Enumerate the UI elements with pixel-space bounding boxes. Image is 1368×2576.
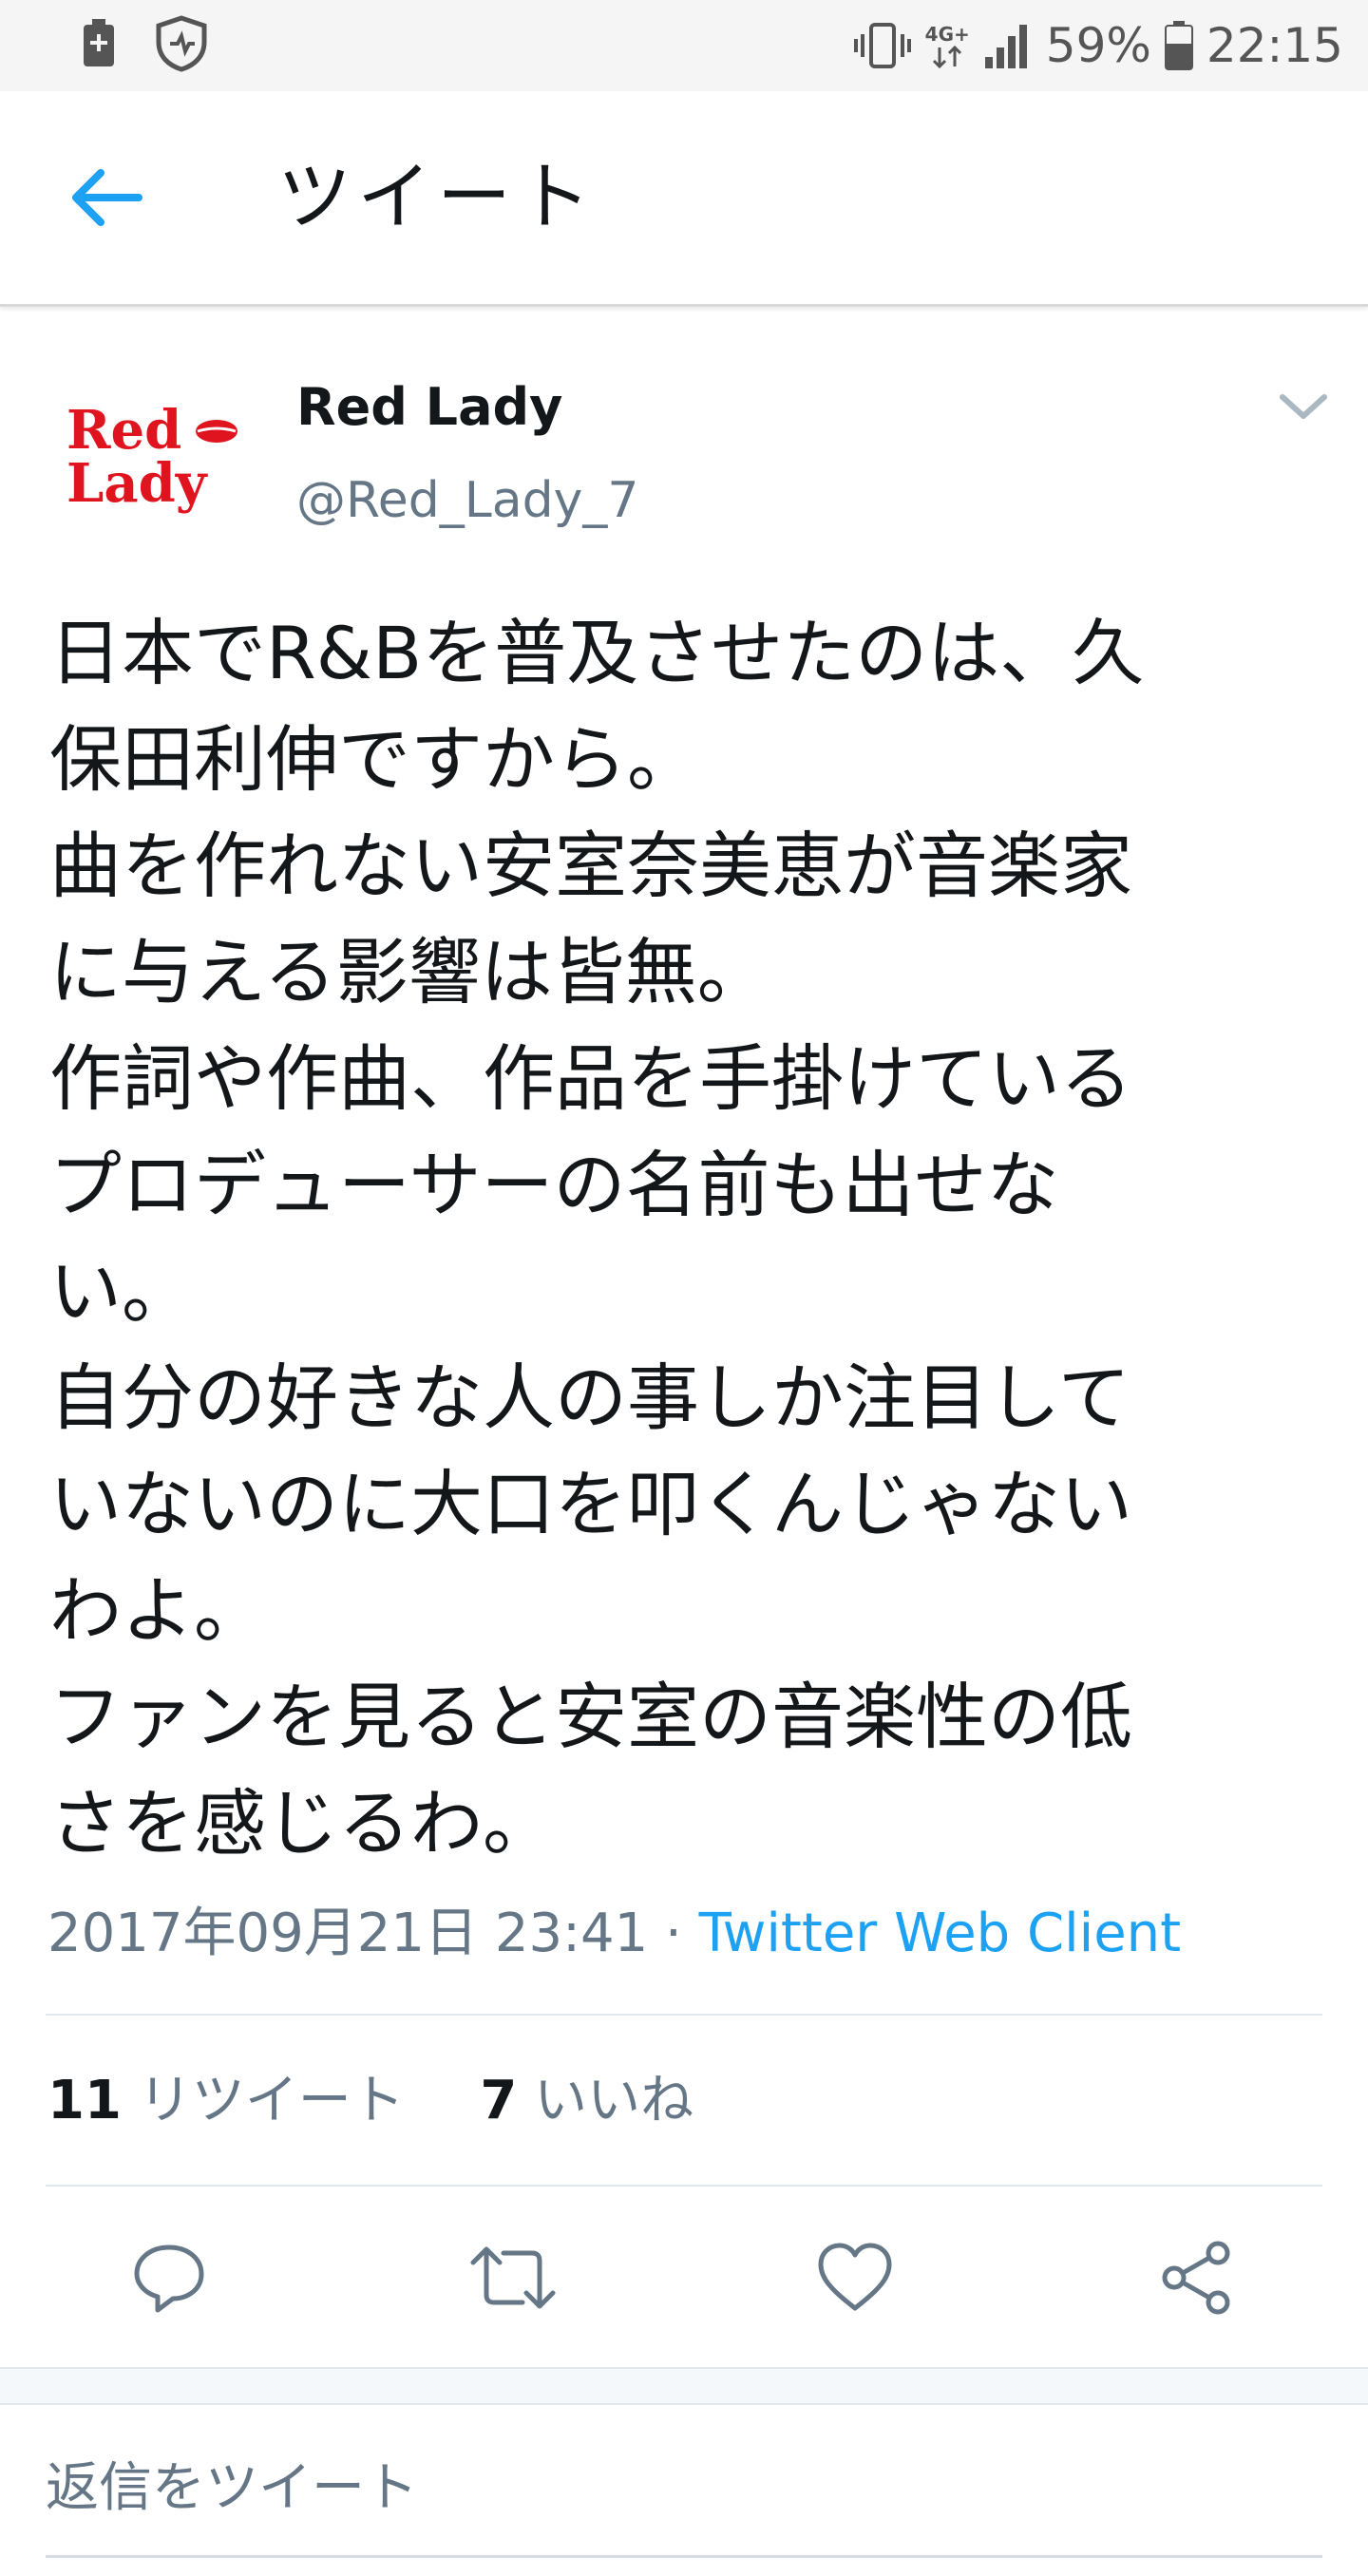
reply-button[interactable] — [124, 2234, 215, 2325]
tweet-text-line: いないのに大口を叩くんじゃない — [49, 1462, 1132, 1546]
like-stat[interactable]: 7 いいね — [480, 2070, 694, 2131]
retweet-icon — [469, 2240, 557, 2320]
battery-percent: 59% — [1045, 18, 1151, 73]
share-icon — [1159, 2240, 1235, 2320]
tweet-client-link[interactable]: Twitter Web Client — [699, 1903, 1182, 1964]
tweet-text-line: 曲を作れない安室奈美恵が音楽家 — [49, 824, 1132, 908]
tweet-menu-button[interactable] — [1277, 388, 1330, 426]
tweet-meta: 2017年09月21日 23:41 · Twitter Web Client — [48, 1896, 1181, 1972]
tweet-text-line: わよ。 — [49, 1568, 266, 1653]
tweet-text-line: 日本でR&Bを普及させたのは、久 — [49, 611, 1145, 695]
tweet-text: 日本でR&Bを普及させたのは、久 保田利伸ですから。 曲を作れない安室奈美恵が音… — [49, 600, 1322, 1877]
reply-input-underline — [46, 2555, 1322, 2558]
network-type-icon: 4G+ — [925, 23, 970, 68]
retweet-button[interactable] — [467, 2234, 559, 2325]
reply-input[interactable]: 返信をツイート — [46, 2451, 418, 2527]
divider — [46, 2185, 1322, 2187]
battery-icon — [1164, 21, 1193, 70]
signal-icon — [983, 23, 1033, 68]
like-count: 7 — [480, 2070, 518, 2131]
back-button[interactable] — [63, 160, 148, 236]
battery-saver-icon — [82, 19, 116, 72]
tweet-stats: 11 リツイート 7 いいね — [48, 2063, 694, 2139]
divider — [46, 2014, 1322, 2016]
tweet-text-line: い。 — [49, 1249, 194, 1334]
section-separator — [0, 2367, 1368, 2405]
avatar-logo-text-lady: Lady — [66, 452, 208, 515]
app-bar: ツイート — [0, 91, 1368, 307]
like-icon — [817, 2242, 893, 2318]
tweet-text-line: に与える影響は皆無。 — [49, 930, 770, 1014]
tweet-timestamp: 2017年09月21日 23:41 — [48, 1903, 649, 1964]
tweet-text-line: 保田利伸ですから。 — [49, 717, 699, 802]
retweet-count: 11 — [48, 2070, 122, 2131]
tweet-text-line: ファンを見ると安室の音楽性の低 — [49, 1675, 1132, 1759]
avatar[interactable]: Red Lady — [53, 389, 243, 522]
like-label: いいね — [534, 2070, 694, 2131]
author-name[interactable]: Red Lady — [296, 374, 562, 441]
arrow-left-icon — [63, 169, 148, 239]
tweet-text-line: 自分の好きな人の事しか注目して — [49, 1355, 1130, 1440]
page-title: ツイート — [277, 155, 598, 240]
shield-icon — [154, 15, 209, 76]
vibrate-icon — [853, 21, 912, 70]
retweet-label: リツイート — [138, 2070, 405, 2131]
tweet-text-line: 作詞や作曲、作品を手掛けている — [49, 1036, 1132, 1121]
tweet-text-line: さを感じるわ。 — [49, 1781, 555, 1866]
author-handle[interactable]: @Red_Lady_7 — [296, 467, 639, 534]
retweet-stat[interactable]: 11 リツイート — [48, 2070, 405, 2131]
share-button[interactable] — [1151, 2234, 1243, 2325]
clock: 22:15 — [1206, 18, 1343, 73]
tweet-text-line: プロデューサーの名前も出せな — [49, 1143, 1059, 1227]
reply-icon — [131, 2240, 207, 2320]
meta-separator: · — [648, 1903, 699, 1964]
chevron-down-icon — [1277, 394, 1330, 429]
status-bar: 4G+ 59% 22:15 — [0, 0, 1368, 91]
like-button[interactable] — [809, 2234, 901, 2325]
